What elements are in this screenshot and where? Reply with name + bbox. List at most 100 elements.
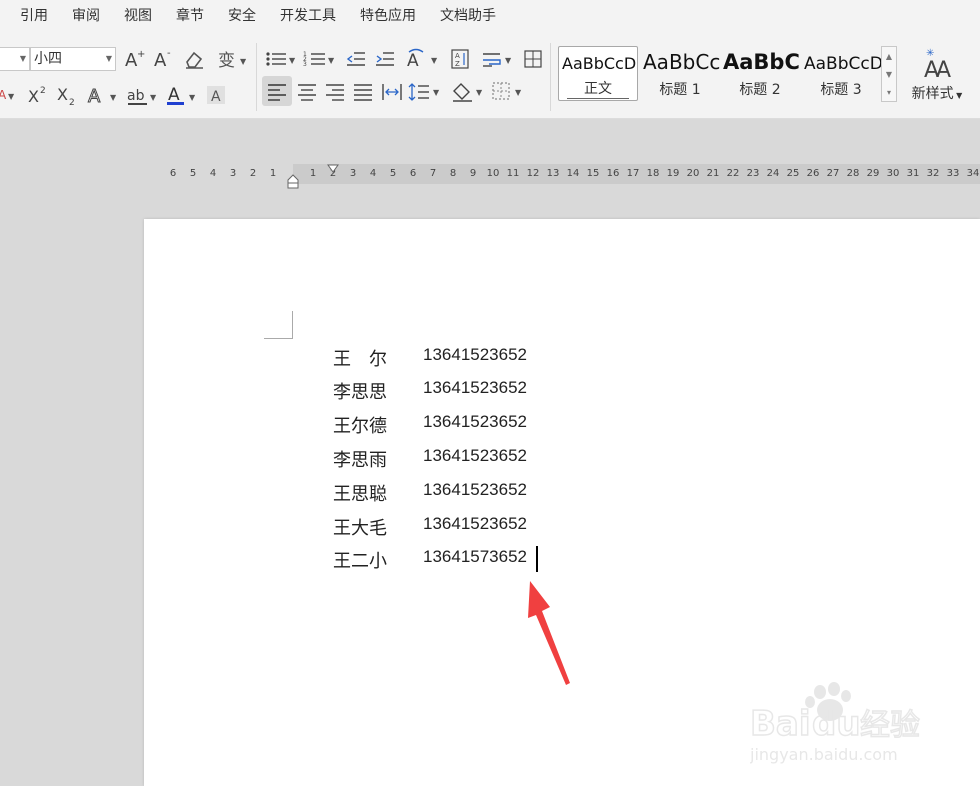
align-left-button[interactable] — [262, 76, 292, 106]
ruler-tick: 6 — [169, 168, 177, 179]
shading-button[interactable]: ▼ — [450, 79, 486, 103]
horizontal-ruler[interactable]: 654321 1 2 3 4 5 6 7 8 9 10 11 12 13 14 15 16 17 18 19 20 21… — [0, 164, 980, 189]
align-center-button[interactable] — [295, 79, 319, 103]
table-grid-button[interactable] — [521, 47, 545, 71]
table-grid-icon — [524, 50, 542, 68]
contact-phone: 13641523652 — [423, 514, 528, 533]
increase-font-size-button[interactable]: A + — [122, 47, 146, 71]
menu-chapter[interactable]: 章节 — [164, 0, 216, 33]
contact-name: 王二小 — [333, 551, 387, 572]
svg-text:Bai: Bai — [750, 704, 811, 744]
left-indent-marker[interactable] — [287, 174, 299, 190]
style-sample: AaBbCc — [643, 50, 720, 74]
clear-format-button[interactable] — [182, 47, 206, 71]
expand-gallery-button[interactable]: ▾ — [882, 83, 896, 101]
svg-text:+: + — [137, 49, 145, 60]
style-name: 正文 — [584, 81, 612, 97]
contact-name: 王大毛 — [333, 518, 387, 539]
line-spacing-button[interactable]: ▼ — [408, 79, 442, 103]
superscript-button[interactable]: X2 — [26, 83, 50, 107]
increase-font-icon: A + — [125, 49, 145, 70]
ruler-tick: 21 — [706, 168, 720, 179]
bullet-list-icon: ▼ — [266, 52, 296, 66]
ruler-tick: 1 — [269, 168, 277, 179]
align-right-button[interactable] — [323, 79, 347, 103]
chinese-layout-button[interactable]: A ▼ — [405, 47, 441, 71]
distributed-align-button[interactable] — [380, 79, 404, 103]
ruler-tick: 11 — [506, 168, 520, 179]
text-cursor — [536, 546, 538, 572]
justify-button[interactable] — [351, 79, 375, 103]
ruler-tick: 16 — [606, 168, 620, 179]
contact-name: 王尔德 — [333, 416, 387, 437]
decrease-font-icon: A- — [154, 48, 171, 70]
sort-button[interactable]: AZ — [448, 47, 472, 71]
ruler-tick: 8 — [449, 168, 457, 179]
first-line-indent-marker[interactable] — [327, 164, 339, 174]
ruler-tick: 17 — [626, 168, 640, 179]
style-normal[interactable]: AaBbCcDd 正文 — [558, 46, 638, 101]
svg-text:A: A — [936, 58, 951, 81]
style-name: 标题 2 — [739, 82, 781, 98]
watermark-url: jingyan.baidu.com — [750, 745, 898, 764]
decrease-indent-button[interactable] — [344, 47, 368, 71]
indent-icon — [376, 52, 394, 66]
ruler-tick: 2 — [249, 168, 257, 179]
menu-special-apps[interactable]: 特色应用 — [348, 0, 428, 33]
decrease-font-size-button[interactable]: A- — [151, 47, 175, 71]
ruler-tick: 6 — [409, 168, 417, 179]
svg-text:A: A — [154, 50, 167, 70]
font-color-button[interactable]: A ▼ — [165, 83, 199, 107]
svg-text:经验: 经验 — [860, 708, 920, 743]
scroll-up-button[interactable]: ▲ — [882, 47, 896, 65]
svg-text:▼: ▼ — [8, 92, 15, 101]
text-effect-partial-button[interactable]: A ▼ — [0, 83, 18, 107]
sort-icon: AZ — [451, 49, 469, 69]
phonetic-guide-icon: 变 ▼ — [218, 51, 246, 70]
svg-text:2: 2 — [69, 98, 75, 106]
char-shading-button[interactable]: A — [204, 83, 228, 107]
contact-name: 王思聪 — [333, 484, 387, 505]
menu-security[interactable]: 安全 — [216, 0, 268, 33]
text-effect-button[interactable]: A ▼ — [86, 83, 120, 107]
ruler-tick: 22 — [726, 168, 740, 179]
menu-developer-tools[interactable]: 开发工具 — [268, 0, 348, 33]
style-heading-3[interactable]: AaBbCcDd 标题 3 — [801, 46, 881, 101]
svg-text:A: A — [455, 52, 460, 60]
highlight-button[interactable]: ab ▼ — [125, 83, 159, 107]
font-size-value: 小四 — [34, 51, 62, 67]
svg-text:变: 变 — [218, 51, 235, 70]
font-name-dropdown[interactable]: ▼ — [0, 47, 30, 71]
ruler-tick: 23 — [746, 168, 760, 179]
contact-phone: 13641523652 — [423, 345, 528, 364]
ruler-tick: 14 — [566, 168, 580, 179]
ruler-tick: 24 — [766, 168, 780, 179]
numbered-list-icon: 123 ▼ — [303, 51, 335, 68]
bullet-list-button[interactable]: ▼ — [264, 47, 298, 71]
menu-references[interactable]: 引用 — [8, 0, 60, 33]
style-name: 标题 1 — [659, 82, 701, 98]
style-heading-2[interactable]: AaBbC 标题 2 — [720, 46, 800, 101]
text-effect-icon: A ▼ — [88, 86, 118, 107]
new-style-icon: ✳AA — [924, 48, 951, 81]
menu-doc-assistant[interactable]: 文档助手 — [428, 0, 508, 33]
phonetic-guide-button[interactable]: 变 ▼ — [215, 47, 247, 71]
subscript-button[interactable]: X2 — [55, 83, 79, 107]
numbered-list-button[interactable]: 1 2 3 ▼ — [303, 47, 337, 71]
ruler-tick: 26 — [806, 168, 820, 179]
font-size-dropdown[interactable]: 小四 ▼ — [30, 47, 116, 71]
ruler-tick: 4 — [369, 168, 377, 179]
borders-button[interactable]: ▼ — [490, 79, 526, 103]
show-hide-marks-button[interactable]: ▼ — [480, 47, 516, 71]
increase-indent-button[interactable] — [373, 47, 397, 71]
new-style-button[interactable]: ✳ A A 新样式 ▼ — [904, 45, 970, 105]
outdent-icon — [346, 52, 365, 66]
chevron-down-icon: A ▼ — [0, 88, 15, 102]
style-heading-1[interactable]: AaBbCc 标题 1 — [640, 46, 720, 101]
ruler-tick: 5 — [189, 168, 197, 179]
superscript-icon: X2 — [28, 86, 46, 106]
ruler-tick: 28 — [846, 168, 860, 179]
scroll-down-button[interactable]: ▼ — [882, 65, 896, 83]
menu-review[interactable]: 审阅 — [60, 0, 112, 33]
menu-view[interactable]: 视图 — [112, 0, 164, 33]
